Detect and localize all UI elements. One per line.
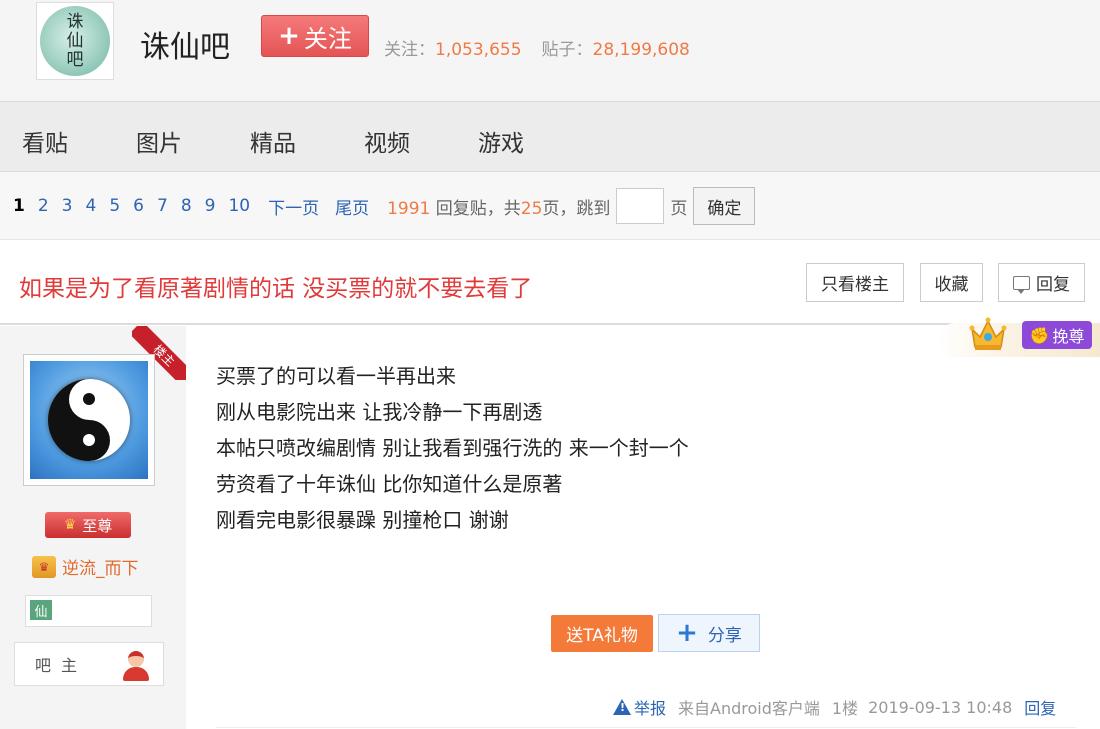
post-source-text: 来自Android客户端 [678, 699, 820, 718]
forum-stats: 关注：1,053,655 贴子：28,199,608 [384, 35, 690, 60]
support-text: 挽尊 [1052, 327, 1085, 346]
post-content: 买票了的可以看一半再出来 刚从电影院出来 让我冷静一下再剧透 本帖只喷改编剧情 … [216, 358, 689, 538]
support-label: ✊ 挽尊 [1022, 321, 1092, 349]
plus-icon: + [278, 21, 300, 51]
avatar-image [30, 361, 148, 479]
last-page-link[interactable]: 尾页 [335, 194, 369, 219]
fist-icon: ✊ [1029, 325, 1050, 345]
logo-char-3: 吧 [66, 49, 84, 70]
page-suffix: 页 [670, 198, 688, 219]
send-gift-button[interactable]: 送TA礼物 [551, 615, 653, 652]
content-line: 买票了的可以看一半再出来 [216, 364, 456, 388]
reply-button-label: 回复 [1036, 275, 1070, 295]
post-reply-link[interactable]: 回复 [1024, 695, 1056, 719]
gift-box-icon: ♛ [32, 555, 56, 578]
forum-logo[interactable]: 诛 仙 吧 [36, 2, 114, 80]
reply-count-label: 回复贴，共 [435, 198, 521, 219]
content-line: 劳资看了十年诛仙 比你知道什么是原著 [216, 472, 563, 496]
page-total: 25 [520, 198, 543, 219]
author-name[interactable]: 逆流_而下 [62, 554, 139, 579]
page-total-label: 页，跳到 [542, 198, 611, 219]
nav-item-featured[interactable]: 精品 [250, 124, 296, 158]
content-line: 本帖只喷改编剧情 别让我看到强行洗的 来一个封一个 [216, 436, 689, 460]
logo-image: 诛 仙 吧 [40, 6, 110, 76]
follow-count: 1,053,655 [435, 40, 522, 60]
page-link[interactable]: 4 [86, 196, 97, 216]
only-author-button[interactable]: 只看楼主 [806, 263, 904, 302]
page-link[interactable]: 2 [38, 196, 49, 216]
page-link[interactable]: 5 [109, 196, 120, 216]
post-tail: 举报 来自Android客户端 1楼 2019-09-13 10:48 回复 [613, 695, 1056, 719]
author-role: 吧主 [14, 642, 164, 686]
vip-label: 至尊 [82, 516, 113, 535]
vip-badge[interactable]: ♛ 至尊 [45, 512, 131, 538]
follow-button[interactable]: + 关注 [261, 15, 369, 57]
page-link-current: 1 [13, 196, 25, 216]
thread-title-bar: 如果是为了看原著剧情的话 没买票的就不要去看了 只看楼主 收藏 回复 [0, 241, 1100, 325]
author-avatar[interactable] [23, 354, 155, 486]
crown-icon: ♛ [63, 517, 77, 533]
jump-page-input[interactable] [616, 188, 665, 224]
pagination-bar: 1 2 3 4 5 6 7 8 9 10 下一页 尾页 1991 回复贴，共25… [0, 172, 1100, 240]
favorite-button[interactable]: 收藏 [920, 263, 983, 302]
forum-name[interactable]: 诛仙吧 [140, 22, 230, 66]
logo-char-1: 诛 [66, 11, 84, 32]
page-link[interactable]: 8 [181, 196, 192, 216]
nav-item-images[interactable]: 图片 [136, 124, 182, 158]
share-label: 分享 [707, 625, 742, 646]
thread-title: 如果是为了看原著剧情的话 没买票的就不要去看了 [19, 276, 533, 302]
author-name-row: ♛ 逆流_而下 [32, 554, 139, 579]
report-link[interactable]: 举报 [613, 695, 666, 719]
comment-icon [1013, 275, 1030, 294]
nav-item-games[interactable]: 游戏 [478, 124, 524, 158]
report-label: 举报 [634, 699, 667, 718]
next-page-link[interactable]: 下一页 [268, 194, 319, 219]
post-divider [216, 727, 1076, 728]
page-link[interactable]: 6 [133, 196, 144, 216]
pager-info: 1991 回复贴，共25页，跳到 [387, 194, 610, 219]
reply-count: 1991 [387, 198, 431, 219]
follow-count-label: 关注： [384, 40, 435, 60]
reply-button[interactable]: 回复 [998, 263, 1085, 302]
forum-nav: 看贴 图片 精品 视频 游戏 [0, 101, 1100, 172]
post-time: 2019-09-13 10:48 [868, 697, 1013, 717]
gold-crown-icon [969, 317, 1007, 350]
content-line: 刚从电影院出来 让我冷静一下再剧透 [216, 400, 543, 424]
page-link[interactable]: 9 [205, 196, 216, 216]
share-plus-icon: + [676, 618, 698, 648]
nav-item-posts[interactable]: 看贴 [22, 124, 68, 158]
level-icon: 仙 [30, 600, 52, 620]
post-count-label: 贴子： [541, 40, 593, 60]
follow-label: 关注 [303, 24, 352, 53]
jump-confirm-button[interactable]: 确定 [693, 187, 756, 225]
page-link[interactable]: 10 [228, 196, 250, 216]
warning-icon [613, 699, 631, 715]
author-level: 仙 [25, 595, 152, 627]
page-link[interactable]: 3 [62, 196, 73, 216]
forum-header: 诛 仙 吧 诛仙吧 + 关注 关注：1,053,655 贴子：28,199,608 [0, 0, 1100, 101]
share-button[interactable]: + 分享 [658, 614, 760, 652]
content-line: 刚看完电影很暴躁 别撞枪口 谢谢 [216, 508, 509, 532]
nav-item-videos[interactable]: 视频 [364, 124, 410, 158]
crown-support-badge[interactable]: ✊ 挽尊 [938, 313, 1100, 357]
post-count: 28,199,608 [592, 40, 690, 60]
post-floor: 1楼 [831, 699, 859, 718]
bar-owner-icon [121, 649, 151, 681]
yinyang-icon [48, 379, 130, 461]
post-source: 来自Android客户端 [678, 695, 820, 719]
logo-char-2: 仙 [66, 30, 84, 51]
page-link[interactable]: 7 [157, 196, 168, 216]
role-label: 吧主 [35, 656, 88, 675]
